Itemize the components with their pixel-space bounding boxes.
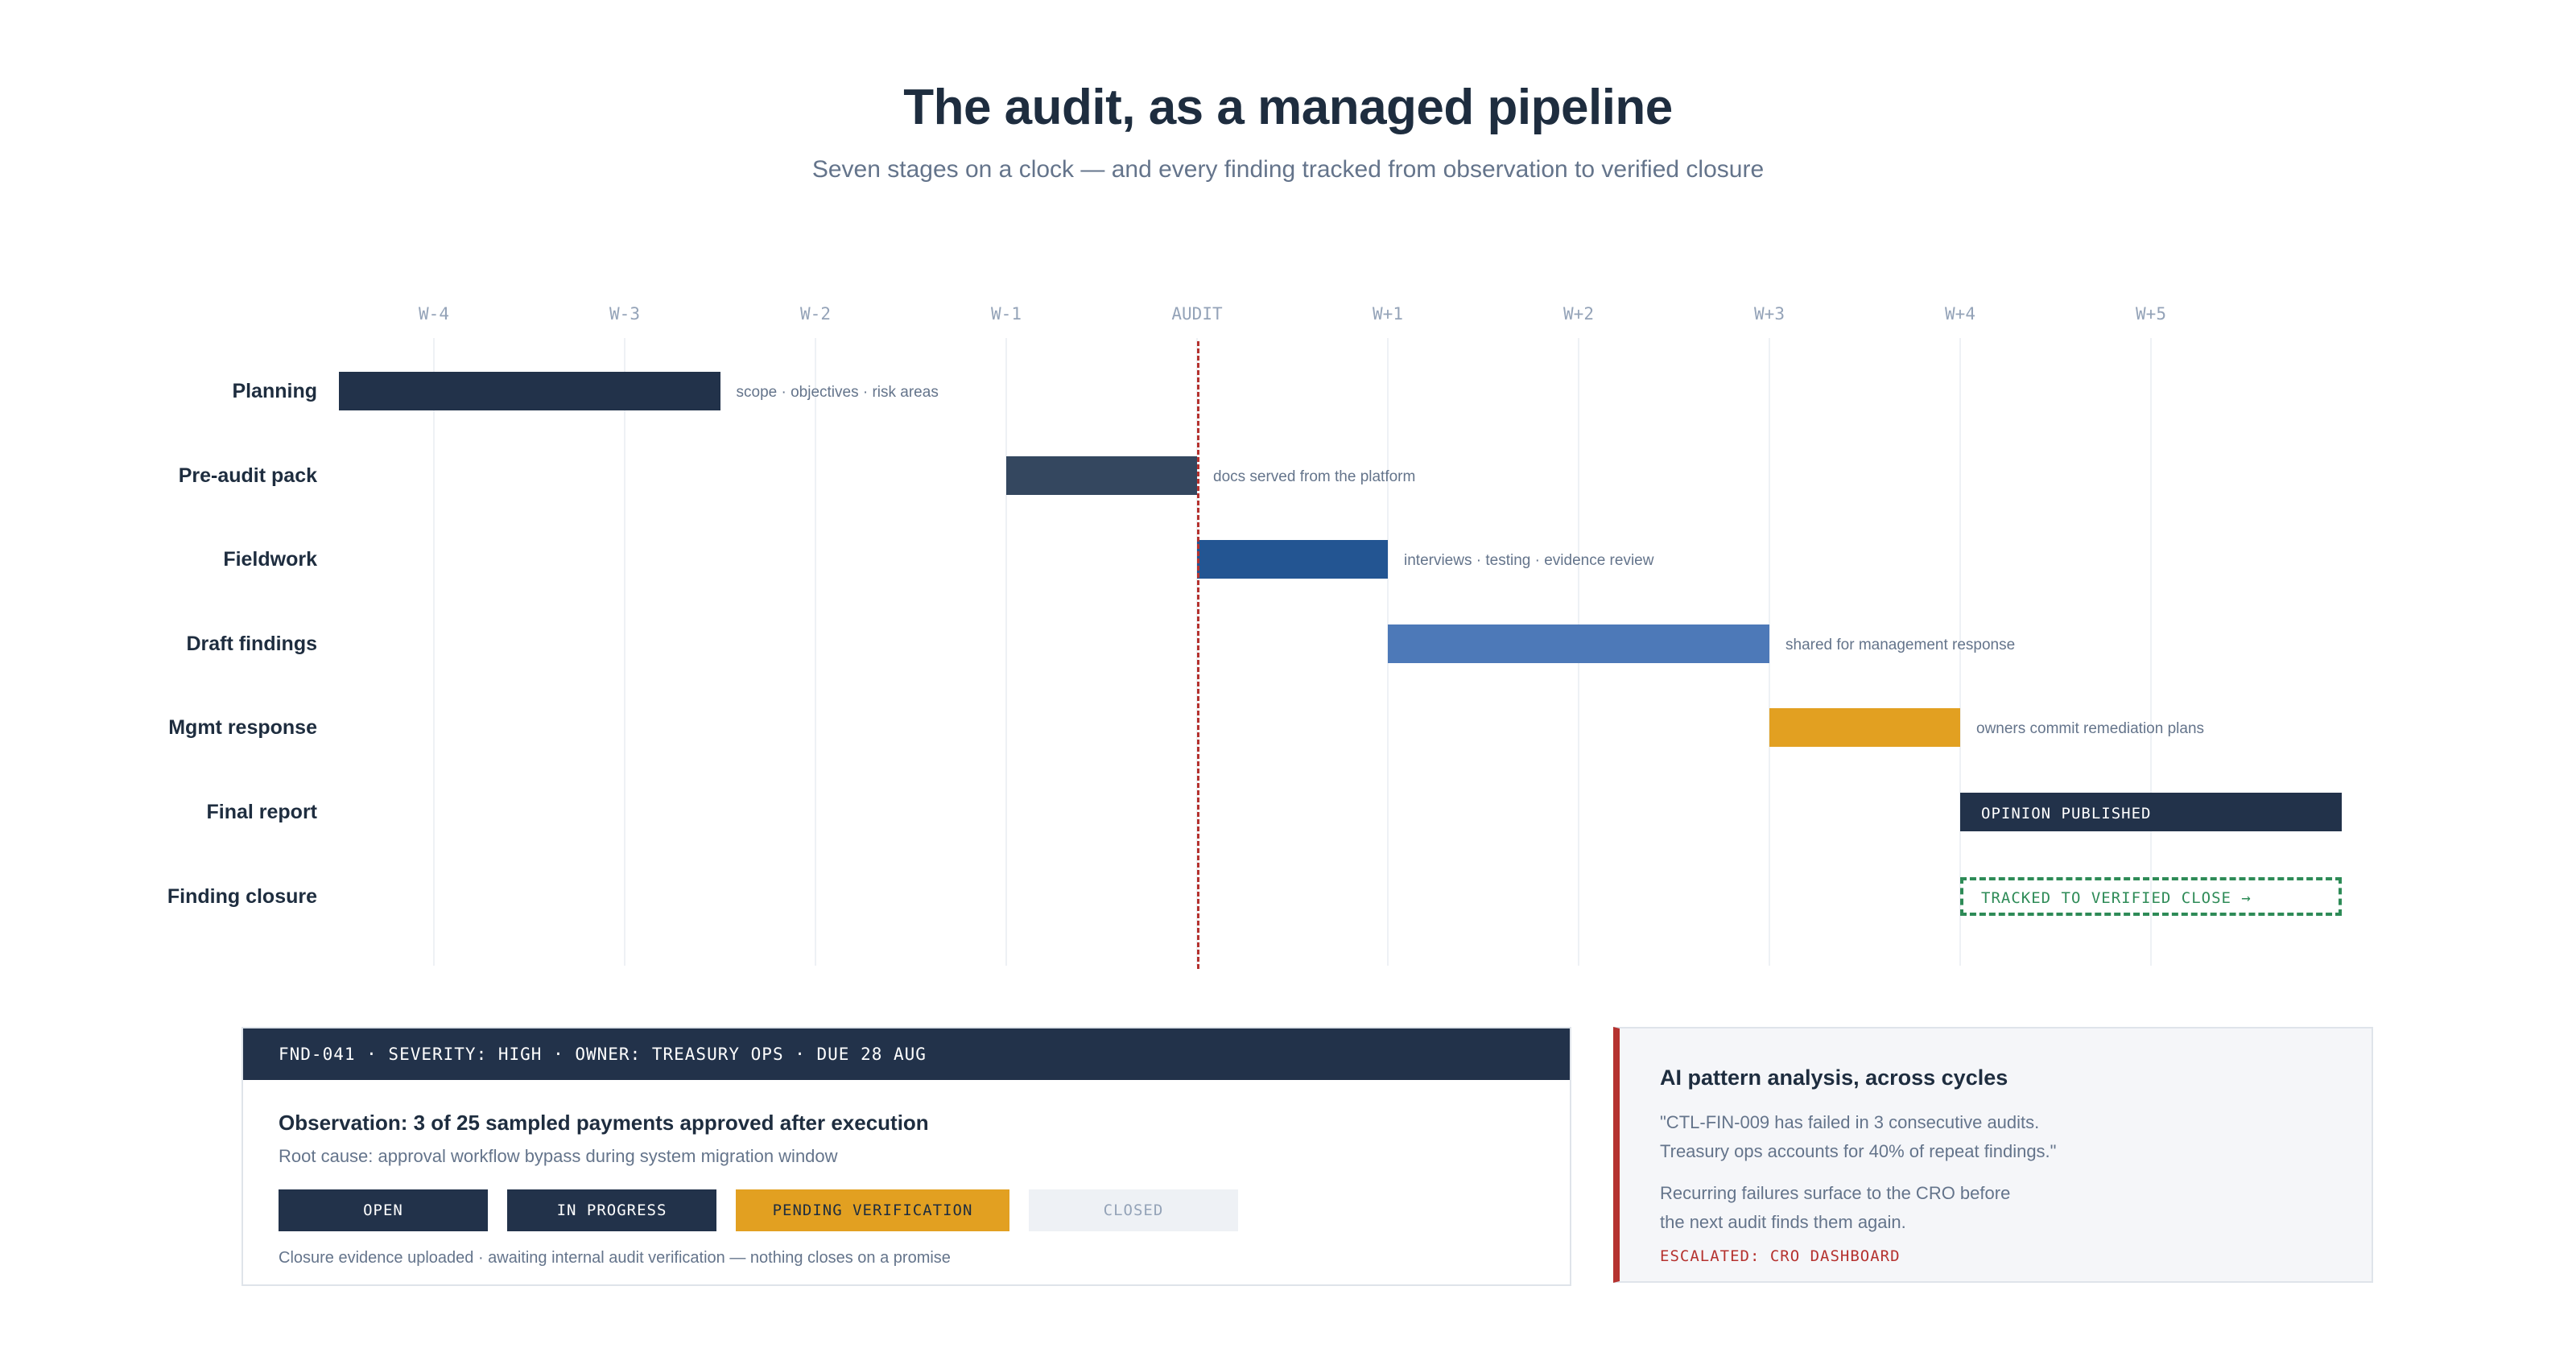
stage-label: Finding closure <box>167 884 317 908</box>
stage-bar[interactable] <box>1388 624 1769 663</box>
ai-pattern-card[interactable]: AI pattern analysis, across cycles "CTL-… <box>1613 1027 2373 1283</box>
status-in-progress[interactable]: IN PROGRESS <box>507 1189 716 1231</box>
week-tick-label: W-1 <box>991 304 1022 324</box>
status-closed[interactable]: CLOSED <box>1029 1189 1238 1231</box>
week-tick-label: AUDIT <box>1171 304 1223 324</box>
week-tick-label: W+3 <box>1754 304 1785 324</box>
stage-bar-text: TRACKED TO VERIFIED CLOSE → <box>1981 888 2252 907</box>
finding-card[interactable]: FND-041 · SEVERITY: HIGH · OWNER: TREASU… <box>242 1027 1571 1286</box>
week-tick-label: W-3 <box>609 304 640 324</box>
gridline <box>433 338 435 966</box>
finding-header: FND-041 · SEVERITY: HIGH · OWNER: TREASU… <box>243 1028 1570 1080</box>
stage-bar[interactable] <box>338 372 720 410</box>
status-open[interactable]: OPEN <box>279 1189 488 1231</box>
stage-note: shared for management response <box>1785 636 2016 653</box>
ai-quote-line-2: Treasury ops accounts for 40% of repeat … <box>1660 1141 2057 1161</box>
ai-card-title: AI pattern analysis, across cycles <box>1660 1066 2008 1090</box>
stage-note: scope · objectives · risk areas <box>736 384 939 401</box>
gridline <box>815 338 816 966</box>
finding-observation: Observation: 3 of 25 sampled payments ap… <box>279 1111 929 1135</box>
week-tick-label: W+4 <box>1945 304 1975 324</box>
stage-label: Draft findings <box>186 632 318 655</box>
week-tick-label: W+2 <box>1563 304 1594 324</box>
finding-root-cause: Root cause: approval workflow bypass dur… <box>279 1146 838 1166</box>
stage-note: owners commit remediation plans <box>1976 720 2205 738</box>
ai-body-line-2: the next audit finds them again. <box>1660 1212 1906 1232</box>
week-tick-label: W-2 <box>800 304 831 324</box>
stage-bar-text: OPINION PUBLISHED <box>1981 805 2152 822</box>
audit-day-marker <box>1197 341 1199 969</box>
ai-body-line-1: Recurring failures surface to the CRO be… <box>1660 1183 2011 1203</box>
gridline <box>2150 338 2152 966</box>
status-pending-verification[interactable]: PENDING VERIFICATION <box>736 1189 1009 1231</box>
week-tick-label: W+5 <box>2136 304 2166 324</box>
pipeline-timeline: W-4 W-3 W-2 W-1 AUDIT W+1 W+2 W+3 W+4 W+5 Planning… <box>0 0 2576 982</box>
stage-bar[interactable] <box>1006 455 1197 495</box>
stage-label: Planning <box>232 380 317 402</box>
stage-label: Fieldwork <box>223 548 317 571</box>
stage-note: interviews · testing · evidence review <box>1404 552 1654 570</box>
week-tick-label: W-4 <box>419 304 449 324</box>
week-tick-label: W+1 <box>1373 304 1403 324</box>
stage-note: docs served from the platform <box>1213 468 1416 485</box>
stage-bar[interactable] <box>1197 540 1388 579</box>
gridline <box>624 338 625 966</box>
closure-note: Closure evidence uploaded · awaiting int… <box>279 1249 951 1267</box>
escalation-badge[interactable]: ESCALATED: CRO DASHBOARD <box>1660 1247 1901 1265</box>
stage-label: Final report <box>206 801 317 823</box>
stage-label: Pre-audit pack <box>178 464 317 487</box>
stage-bar[interactable] <box>1769 708 1960 748</box>
stage-label: Mgmt response <box>168 716 317 740</box>
ai-quote-line-1: "CTL-FIN-009 has failed in 3 consecutive… <box>1660 1112 2040 1132</box>
gridline <box>1005 338 1007 966</box>
